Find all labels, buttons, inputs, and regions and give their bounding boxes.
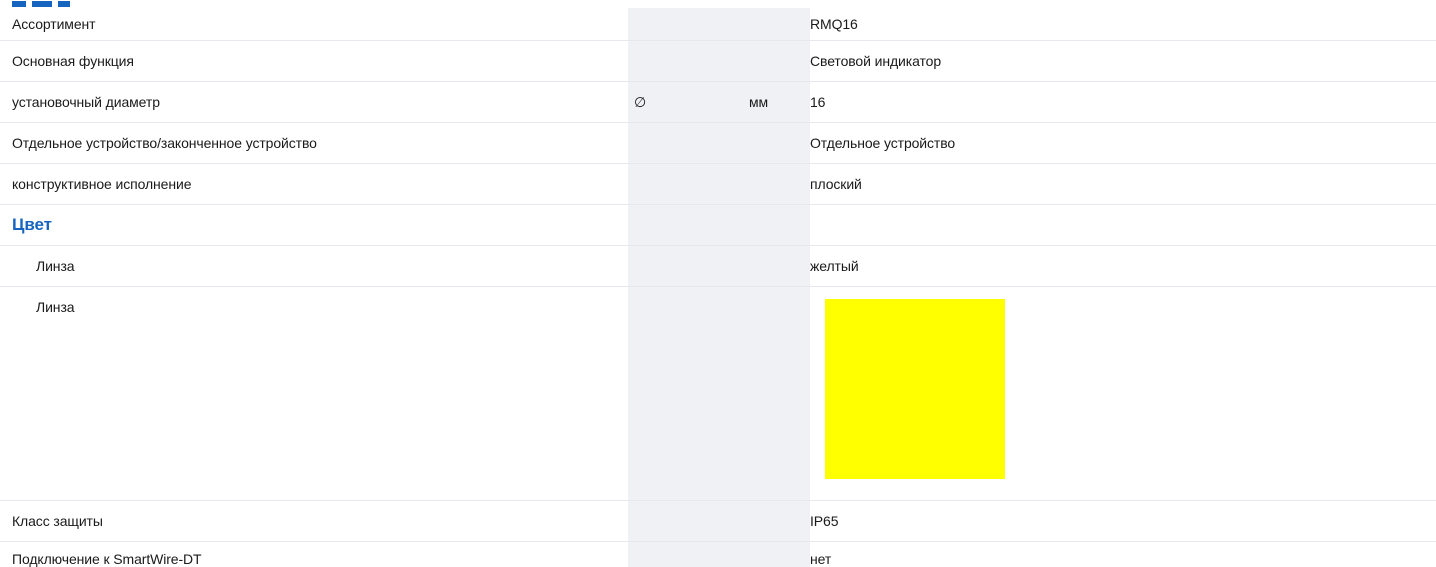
spec-value: Световой индикатор — [810, 53, 942, 69]
spec-label: Основная функция — [12, 53, 134, 69]
spec-label: Линза — [36, 258, 75, 274]
spec-label: конструктивное исполнение — [12, 176, 192, 192]
spec-row-assortment: Ассортимент RMQ16 — [0, 8, 1436, 41]
spec-unit — [744, 8, 810, 40]
specification-table: Ассортимент RMQ16 Основная функция Свето… — [0, 8, 1436, 567]
spec-row-protection-class: Класс защиты IP65 — [0, 501, 1436, 542]
spec-symbol — [628, 8, 744, 40]
spec-unit — [744, 164, 810, 204]
spec-symbol — [628, 542, 744, 567]
spec-row-design: конструктивное исполнение плоский — [0, 164, 1436, 205]
spec-unit: мм — [744, 82, 810, 122]
spec-unit — [744, 542, 810, 567]
spec-row-device-type: Отдельное устройство/законченное устройс… — [0, 123, 1436, 164]
yellow-color-swatch — [825, 299, 1005, 479]
spec-value: желтый — [810, 258, 859, 274]
spec-row-mounting-diameter: установочный диаметр ∅ мм 16 — [0, 82, 1436, 123]
spec-value: нет — [810, 550, 832, 567]
spec-unit — [744, 41, 810, 81]
spec-symbol — [628, 41, 744, 81]
spec-unit — [744, 246, 810, 286]
cut-off-heading — [12, 0, 82, 7]
spec-value — [810, 287, 1436, 500]
spec-label: Отдельное устройство/законченное устройс… — [12, 135, 317, 151]
spec-symbol — [628, 287, 744, 500]
spec-symbol — [628, 205, 744, 245]
spec-row-lens-swatch: Линза — [0, 287, 1436, 501]
spec-unit — [744, 287, 810, 500]
spec-value: IP65 — [810, 513, 839, 529]
spec-label: Класс защиты — [12, 513, 103, 529]
spec-unit — [744, 205, 810, 245]
spec-row-lens-color: Линза желтый — [0, 246, 1436, 287]
spec-symbol — [628, 501, 744, 541]
spec-label: Линза — [36, 299, 75, 315]
spec-unit — [744, 123, 810, 163]
spec-row-main-function: Основная функция Световой индикатор — [0, 41, 1436, 82]
spec-page: Ассортимент RMQ16 Основная функция Свето… — [0, 0, 1436, 567]
spec-label: Ассортимент — [12, 16, 96, 32]
section-heading-color: Цвет — [0, 205, 1436, 246]
spec-symbol — [628, 164, 744, 204]
spec-symbol — [628, 123, 744, 163]
spec-value: RMQ16 — [810, 16, 858, 32]
spec-value: Отдельное устройство — [810, 135, 956, 151]
diameter-symbol: ∅ — [628, 82, 744, 122]
spec-value: 16 — [810, 94, 826, 110]
spec-value: плоский — [810, 176, 862, 192]
spec-row-smartwire: Подключение к SmartWire-DT нет — [0, 542, 1436, 567]
spec-unit — [744, 501, 810, 541]
spec-symbol — [628, 246, 744, 286]
spec-value — [810, 205, 1436, 245]
spec-label: установочный диаметр — [12, 94, 160, 110]
spec-label: Подключение к SmartWire-DT — [12, 550, 202, 567]
section-title: Цвет — [12, 215, 52, 234]
